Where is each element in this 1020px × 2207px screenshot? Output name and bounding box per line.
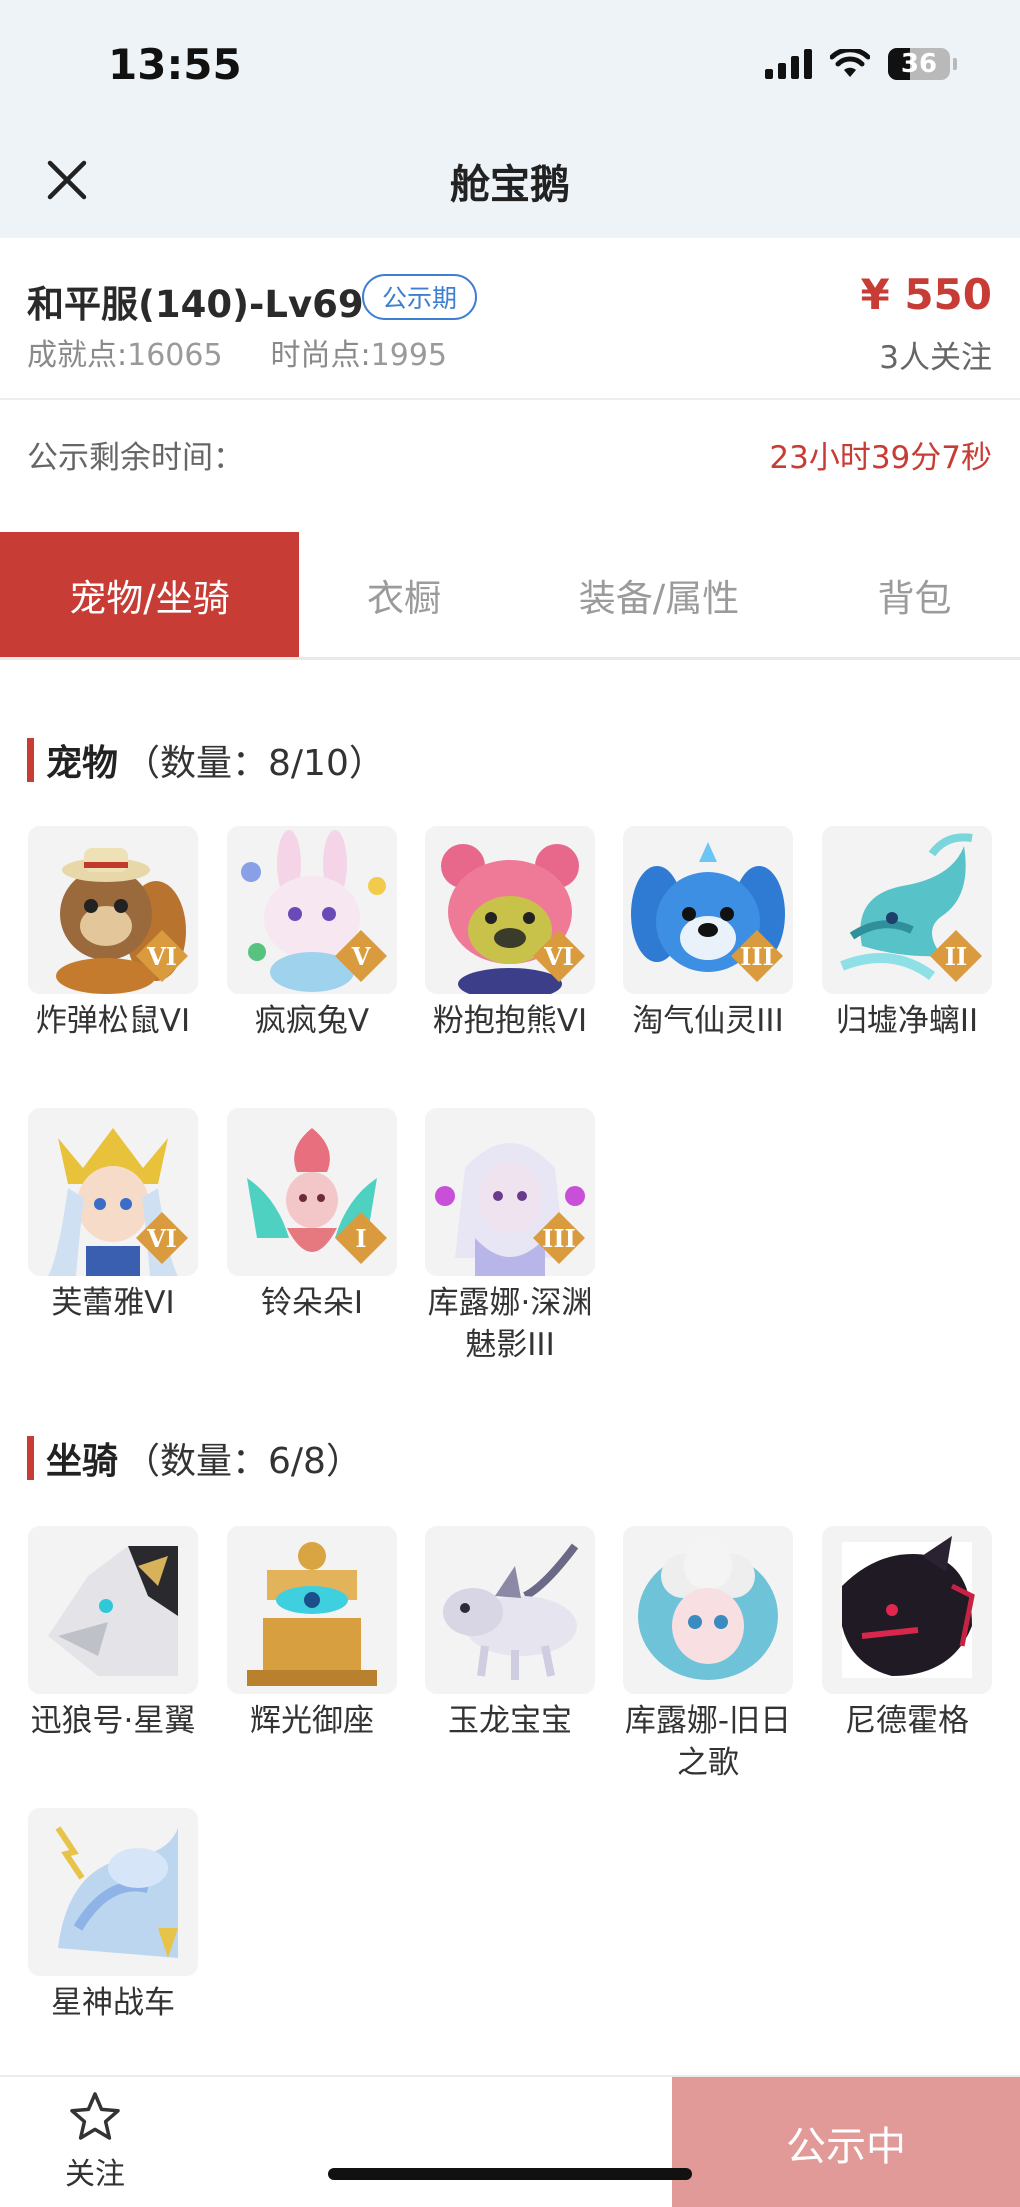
pet-name: 炸弹松鼠VI	[35, 1003, 191, 1039]
mount-image-throne	[227, 1526, 397, 1694]
status-badge: 公示期	[362, 274, 478, 320]
rank-diamond-icon: V	[333, 928, 389, 984]
mount-name: 尼德霍格	[845, 1703, 969, 1739]
mount-card[interactable]: 迅狼号·星翼	[27, 1526, 199, 1742]
pet-name: 芙蕾雅VI	[51, 1285, 175, 1321]
star-outline-icon	[70, 2092, 120, 2140]
mounts-count: （数量：6/8）	[124, 1441, 362, 1482]
rank-diamond-icon: I	[333, 1210, 389, 1266]
fashion-label: 时尚点:	[270, 338, 371, 373]
mount-name: 迅狼号·星翼	[30, 1703, 196, 1739]
pet-name: 疯疯兔V	[254, 1003, 370, 1039]
mount-name: 库露娜-旧日之歌	[624, 1703, 792, 1781]
mount-card[interactable]: 库露娜-旧日之歌	[622, 1526, 794, 1784]
home-indicator[interactable]	[328, 2168, 692, 2180]
page-title: 舱宝鹅	[450, 162, 570, 208]
follow-button[interactable]: 关注	[40, 2091, 150, 2193]
pets-title: 宠物	[46, 743, 119, 784]
public-status-button[interactable]: 公示中	[672, 2077, 1020, 2207]
pet-name: 粉抱抱熊VI	[432, 1003, 588, 1039]
mount-image-star-wolf	[28, 1526, 198, 1694]
pet-card[interactable]: III 淘气仙灵III	[622, 826, 794, 1042]
mount-image-nidhogg	[822, 1526, 992, 1694]
pet-image-lingduoduo: I	[227, 1108, 397, 1276]
server-level: 和平服(140)-Lv69	[27, 283, 364, 326]
pet-card[interactable]: III 库露娜·深渊魅影III	[424, 1108, 596, 1366]
rank-diamond-icon: II	[928, 928, 984, 984]
pet-image-sprite: III	[623, 826, 793, 994]
remaining-time-row: 公示剩余时间： 23小时39分7秒	[0, 400, 1020, 532]
mount-image-jade-dragon	[425, 1526, 595, 1694]
rank-diamond-icon: VI	[134, 928, 190, 984]
rank-diamond-icon: III	[531, 1210, 587, 1266]
pet-name: 淘气仙灵III	[632, 1003, 784, 1039]
pet-image-dragon: II	[822, 826, 992, 994]
mount-name: 辉光御座	[250, 1703, 374, 1739]
pet-card[interactable]: VI 粉抱抱熊VI	[424, 826, 596, 1042]
mount-image-kuluna-song	[623, 1526, 793, 1694]
battery-level: 36	[900, 49, 938, 79]
pet-card[interactable]: V 疯疯兔V	[226, 826, 398, 1042]
mount-card[interactable]: 玉龙宝宝	[424, 1526, 596, 1742]
top-header: 13:55 36 舱宝鹅	[0, 0, 1020, 238]
mount-image-star-chariot	[28, 1808, 198, 1976]
pets-section-title: 宠物 （数量：8/10）	[27, 734, 385, 786]
achievement-value: 16065	[127, 338, 223, 373]
tab-equipment-attributes[interactable]: 装备/属性	[509, 532, 809, 657]
account-stats: 成就点:16065 时尚点:1995	[27, 330, 447, 374]
rank-diamond-icon: III	[729, 928, 785, 984]
pet-image-bear: VI	[425, 826, 595, 994]
pet-image-rabbit: V	[227, 826, 397, 994]
mount-card[interactable]: 辉光御座	[226, 1526, 398, 1742]
pet-image-kuluna: III	[425, 1108, 595, 1276]
pet-name: 归墟净螭II	[835, 1003, 979, 1039]
mounts-title: 坐骑	[46, 1441, 119, 1482]
follower-count: 3人关注	[879, 340, 992, 376]
mounts-section-title: 坐骑 （数量：6/8）	[27, 1432, 362, 1484]
mount-card[interactable]: 星神战车	[27, 1808, 199, 2024]
mount-card[interactable]: 尼德霍格	[821, 1526, 993, 1742]
pet-name: 铃朵朵I	[260, 1285, 364, 1321]
achievement-label: 成就点:	[27, 338, 128, 373]
price: ¥ 550	[860, 270, 992, 319]
rank-diamond-icon: VI	[531, 928, 587, 984]
rank-diamond-icon: VI	[134, 1210, 190, 1266]
status-icons: 36	[765, 48, 957, 80]
account-info: 和平服(140)-Lv69 公示期 成就点:16065 时尚点:1995 ¥ 55…	[0, 238, 1020, 400]
status-time: 13:55	[108, 40, 242, 89]
pet-card[interactable]: II 归墟净螭II	[821, 826, 993, 1042]
remaining-time-label: 公示剩余时间：	[27, 440, 244, 476]
mount-name: 玉龙宝宝	[448, 1703, 572, 1739]
tab-bar: 宠物/坐骑 衣橱 装备/属性 背包	[0, 532, 1020, 660]
pet-name: 库露娜·深渊魅影III	[427, 1285, 593, 1363]
battery-icon: 36	[888, 48, 957, 80]
pet-card[interactable]: VI 炸弹松鼠VI	[27, 826, 199, 1042]
cellular-signal-icon	[765, 49, 812, 79]
tab-wardrobe[interactable]: 衣橱	[299, 532, 509, 657]
pet-card[interactable]: I 铃朵朵I	[226, 1108, 398, 1324]
pet-image-freya: VI	[28, 1108, 198, 1276]
tab-backpack[interactable]: 背包	[809, 532, 1020, 657]
pet-card[interactable]: VI 芙蕾雅VI	[27, 1108, 199, 1324]
mount-name: 星神战车	[51, 1985, 175, 2021]
follow-label: 关注	[65, 2157, 125, 2192]
tab-pets-mounts[interactable]: 宠物/坐骑	[0, 532, 299, 657]
remaining-time-value: 23小时39分7秒	[769, 440, 992, 476]
fashion-value: 1995	[370, 338, 448, 373]
pets-count: （数量：8/10）	[124, 743, 385, 784]
pet-image-squirrel: VI	[28, 826, 198, 994]
wifi-icon	[830, 49, 870, 77]
bottom-action-bar: 关注 公示中	[0, 2075, 1020, 2207]
